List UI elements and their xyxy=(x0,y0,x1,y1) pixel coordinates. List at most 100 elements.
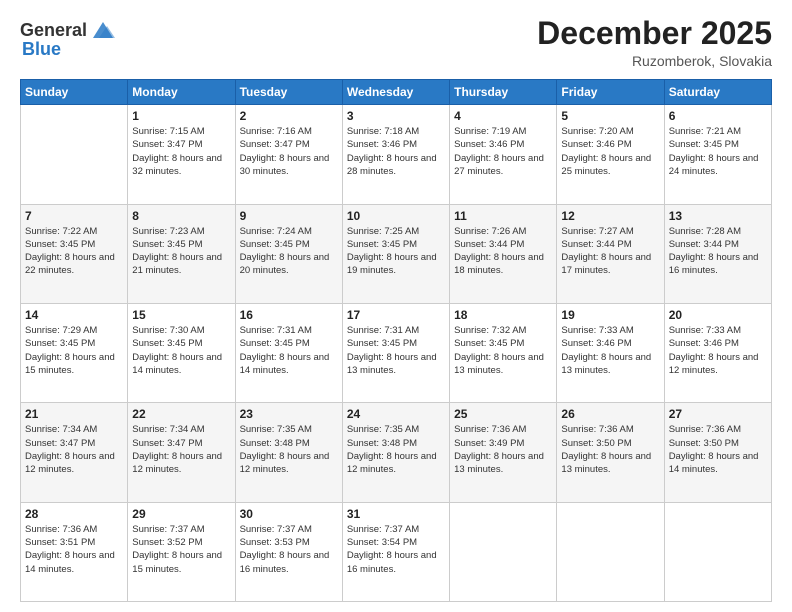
day-detail: Sunrise: 7:31 AM Sunset: 3:45 PM Dayligh… xyxy=(347,324,445,377)
day-detail: Sunrise: 7:20 AM Sunset: 3:46 PM Dayligh… xyxy=(561,125,659,178)
logo: General Blue xyxy=(20,16,117,58)
table-row xyxy=(557,502,664,601)
logo-blue: Blue xyxy=(22,40,61,58)
day-number: 6 xyxy=(669,109,767,123)
day-number: 8 xyxy=(132,209,230,223)
table-row: 4Sunrise: 7:19 AM Sunset: 3:46 PM Daylig… xyxy=(450,105,557,204)
day-number: 7 xyxy=(25,209,123,223)
day-detail: Sunrise: 7:24 AM Sunset: 3:45 PM Dayligh… xyxy=(240,225,338,278)
table-row: 3 Sunrise: 7:18 AM Sunset: 3:46 PM Daylig… xyxy=(342,105,449,204)
day-detail: Sunrise: 7:35 AM Sunset: 3:48 PM Dayligh… xyxy=(240,423,338,476)
day-detail: Sunrise: 7:36 AM Sunset: 3:50 PM Dayligh… xyxy=(561,423,659,476)
table-row: 30 Sunrise: 7:37 AM Sunset: 3:53 PM Dayli… xyxy=(235,502,342,601)
table-row: 8Sunrise: 7:23 AM Sunset: 3:45 PM Daylig… xyxy=(128,204,235,303)
day-number: 12 xyxy=(561,209,659,223)
table-row: 12 Sunrise: 7:27 AM Sunset: 3:44 PM Dayli… xyxy=(557,204,664,303)
day-number: 17 xyxy=(347,308,445,322)
day-number: 11 xyxy=(454,209,552,223)
calendar-header-row: Sunday Monday Tuesday Wednesday Thursday… xyxy=(21,80,772,105)
day-number: 31 xyxy=(347,507,445,521)
day-number: 26 xyxy=(561,407,659,421)
day-detail: Sunrise: 7:28 AM Sunset: 3:44 PM Dayligh… xyxy=(669,225,767,278)
table-row: 1 Sunrise: 7:15 AM Sunset: 3:47 PM Daylig… xyxy=(128,105,235,204)
calendar-week-2: 7 Sunrise: 7:22 AM Sunset: 3:45 PM Daylig… xyxy=(21,204,772,303)
day-number: 23 xyxy=(240,407,338,421)
day-detail: Sunrise: 7:34 AM Sunset: 3:47 PM Dayligh… xyxy=(25,423,123,476)
table-row: 13 Sunrise: 7:28 AM Sunset: 3:44 PM Dayli… xyxy=(664,204,771,303)
col-thursday: Thursday xyxy=(450,80,557,105)
day-number: 24 xyxy=(347,407,445,421)
table-row: 31 Sunrise: 7:37 AM Sunset: 3:54 PM Dayli… xyxy=(342,502,449,601)
table-row: 25Sunrise: 7:36 AM Sunset: 3:49 PM Dayli… xyxy=(450,403,557,502)
day-number: 1 xyxy=(132,109,230,123)
col-tuesday: Tuesday xyxy=(235,80,342,105)
calendar-table: Sunday Monday Tuesday Wednesday Thursday… xyxy=(20,79,772,602)
month-year: December 2025 xyxy=(537,16,772,51)
day-number: 15 xyxy=(132,308,230,322)
day-number: 9 xyxy=(240,209,338,223)
day-number: 10 xyxy=(347,209,445,223)
col-sunday: Sunday xyxy=(21,80,128,105)
table-row: 5Sunrise: 7:20 AM Sunset: 3:46 PM Daylig… xyxy=(557,105,664,204)
table-row: 24Sunrise: 7:35 AM Sunset: 3:48 PM Dayli… xyxy=(342,403,449,502)
table-row: 10 Sunrise: 7:25 AM Sunset: 3:45 PM Dayli… xyxy=(342,204,449,303)
col-saturday: Saturday xyxy=(664,80,771,105)
day-detail: Sunrise: 7:25 AM Sunset: 3:45 PM Dayligh… xyxy=(347,225,445,278)
calendar-week-5: 28Sunrise: 7:36 AM Sunset: 3:51 PM Dayli… xyxy=(21,502,772,601)
day-detail: Sunrise: 7:37 AM Sunset: 3:53 PM Dayligh… xyxy=(240,523,338,576)
day-number: 29 xyxy=(132,507,230,521)
table-row: 15 Sunrise: 7:30 AM Sunset: 3:45 PM Dayli… xyxy=(128,303,235,402)
day-number: 3 xyxy=(347,109,445,123)
table-row: 29Sunrise: 7:37 AM Sunset: 3:52 PM Dayli… xyxy=(128,502,235,601)
day-detail: Sunrise: 7:18 AM Sunset: 3:46 PM Dayligh… xyxy=(347,125,445,178)
table-row: 18 Sunrise: 7:32 AM Sunset: 3:45 PM Dayli… xyxy=(450,303,557,402)
day-number: 21 xyxy=(25,407,123,421)
col-friday: Friday xyxy=(557,80,664,105)
day-detail: Sunrise: 7:29 AM Sunset: 3:45 PM Dayligh… xyxy=(25,324,123,377)
table-row: 23 Sunrise: 7:35 AM Sunset: 3:48 PM Dayli… xyxy=(235,403,342,502)
day-detail: Sunrise: 7:33 AM Sunset: 3:46 PM Dayligh… xyxy=(669,324,767,377)
day-detail: Sunrise: 7:32 AM Sunset: 3:45 PM Dayligh… xyxy=(454,324,552,377)
calendar-week-3: 14 Sunrise: 7:29 AM Sunset: 3:45 PM Dayli… xyxy=(21,303,772,402)
day-detail: Sunrise: 7:22 AM Sunset: 3:45 PM Dayligh… xyxy=(25,225,123,278)
day-number: 27 xyxy=(669,407,767,421)
table-row: 9 Sunrise: 7:24 AM Sunset: 3:45 PM Daylig… xyxy=(235,204,342,303)
day-number: 18 xyxy=(454,308,552,322)
day-detail: Sunrise: 7:30 AM Sunset: 3:45 PM Dayligh… xyxy=(132,324,230,377)
table-row: 27 Sunrise: 7:36 AM Sunset: 3:50 PM Dayli… xyxy=(664,403,771,502)
day-number: 14 xyxy=(25,308,123,322)
table-row: 26 Sunrise: 7:36 AM Sunset: 3:50 PM Dayli… xyxy=(557,403,664,502)
day-detail: Sunrise: 7:37 AM Sunset: 3:54 PM Dayligh… xyxy=(347,523,445,576)
table-row: 22 Sunrise: 7:34 AM Sunset: 3:47 PM Dayli… xyxy=(128,403,235,502)
day-detail: Sunrise: 7:36 AM Sunset: 3:50 PM Dayligh… xyxy=(669,423,767,476)
table-row: 28Sunrise: 7:36 AM Sunset: 3:51 PM Dayli… xyxy=(21,502,128,601)
title-block: December 2025 Ruzomberok, Slovakia xyxy=(537,16,772,69)
col-wednesday: Wednesday xyxy=(342,80,449,105)
day-detail: Sunrise: 7:31 AM Sunset: 3:45 PM Dayligh… xyxy=(240,324,338,377)
day-detail: Sunrise: 7:34 AM Sunset: 3:47 PM Dayligh… xyxy=(132,423,230,476)
table-row: 20 Sunrise: 7:33 AM Sunset: 3:46 PM Dayli… xyxy=(664,303,771,402)
table-row xyxy=(21,105,128,204)
day-detail: Sunrise: 7:36 AM Sunset: 3:51 PM Dayligh… xyxy=(25,523,123,576)
table-row xyxy=(450,502,557,601)
table-row: 14 Sunrise: 7:29 AM Sunset: 3:45 PM Dayli… xyxy=(21,303,128,402)
day-number: 30 xyxy=(240,507,338,521)
day-number: 2 xyxy=(240,109,338,123)
calendar-week-1: 1 Sunrise: 7:15 AM Sunset: 3:47 PM Daylig… xyxy=(21,105,772,204)
calendar-week-4: 21 Sunrise: 7:34 AM Sunset: 3:47 PM Dayli… xyxy=(21,403,772,502)
table-row: 17 Sunrise: 7:31 AM Sunset: 3:45 PM Dayli… xyxy=(342,303,449,402)
day-number: 4 xyxy=(454,109,552,123)
day-number: 22 xyxy=(132,407,230,421)
table-row: 11Sunrise: 7:26 AM Sunset: 3:44 PM Dayli… xyxy=(450,204,557,303)
day-number: 13 xyxy=(669,209,767,223)
col-monday: Monday xyxy=(128,80,235,105)
day-detail: Sunrise: 7:33 AM Sunset: 3:46 PM Dayligh… xyxy=(561,324,659,377)
day-detail: Sunrise: 7:27 AM Sunset: 3:44 PM Dayligh… xyxy=(561,225,659,278)
day-detail: Sunrise: 7:15 AM Sunset: 3:47 PM Dayligh… xyxy=(132,125,230,178)
day-number: 20 xyxy=(669,308,767,322)
page: General Blue December 2025 Ruzomberok, S… xyxy=(0,0,792,612)
day-number: 16 xyxy=(240,308,338,322)
table-row: 21 Sunrise: 7:34 AM Sunset: 3:47 PM Dayli… xyxy=(21,403,128,502)
logo-icon xyxy=(89,16,117,44)
table-row: 16 Sunrise: 7:31 AM Sunset: 3:45 PM Dayli… xyxy=(235,303,342,402)
